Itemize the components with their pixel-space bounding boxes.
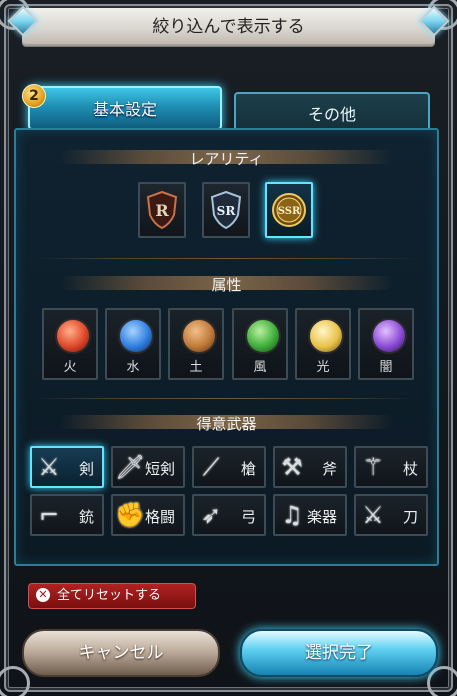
axe-icon: ⚒	[281, 453, 303, 481]
tab-other[interactable]: その他	[234, 92, 430, 132]
reset-all-button[interactable]: ✕ 全てリセットする	[28, 583, 196, 609]
wind-element-icon	[245, 318, 281, 354]
element-dark-button[interactable]: 闇	[358, 308, 414, 380]
weapon-label: 楽器	[306, 508, 337, 526]
weapon-label: 槍	[240, 460, 256, 478]
bow-icon: ➶	[200, 501, 222, 529]
rarity-ssr-icon: SSR	[272, 193, 306, 227]
weapon-label: 短剣	[144, 460, 175, 478]
weapon-bow-button[interactable]: ➶ 弓	[192, 494, 266, 536]
element-fire-button[interactable]: 火	[42, 308, 98, 380]
water-element-icon	[118, 318, 154, 354]
spear-icon: ⟋	[202, 453, 220, 481]
filter-panel: レアリティ R SR SSR 属性 火 水 土 風 光 闇 得意武器 ⚔ 剣 🗡…	[14, 128, 439, 566]
element-label: 風	[253, 360, 267, 375]
earth-element-icon	[181, 318, 217, 354]
sword-icon: ⚔	[38, 453, 60, 481]
frame-ornament	[0, 666, 30, 696]
weapon-axe-button[interactable]: ⚒ 斧	[273, 446, 347, 488]
tab-label: 基本設定	[92, 100, 157, 119]
weapon-label: 杖	[402, 460, 418, 478]
tab-basic-settings[interactable]: 基本設定	[28, 86, 222, 130]
weapon-staff-button[interactable]: ⚚ 杖	[354, 446, 428, 488]
cancel-label: キャンセル	[78, 643, 164, 663]
weapon-dagger-button[interactable]: 🗡 短剣	[111, 446, 185, 488]
dagger-icon: 🗡	[115, 453, 146, 481]
svg-text:R: R	[155, 201, 169, 220]
rarity-sr-button[interactable]: SR	[202, 182, 250, 238]
weapon-label: 格闘	[144, 508, 175, 526]
element-label: 光	[316, 360, 330, 375]
element-label: 闇	[379, 360, 393, 375]
katana-icon: ⚔	[362, 501, 384, 529]
gun-icon: ⌐	[38, 501, 60, 529]
weapon-fist-button[interactable]: ✊ 格闘	[111, 494, 185, 536]
rarity-sr-icon: SR	[210, 191, 242, 229]
weapon-label: 剣	[78, 460, 94, 478]
confirm-selection-button[interactable]: 選択完了	[240, 629, 438, 677]
weapon-heading: 得意武器	[196, 415, 257, 433]
element-label: 火	[63, 360, 77, 375]
dark-element-icon	[371, 318, 407, 354]
cancel-button[interactable]: キャンセル	[22, 629, 220, 677]
harp-icon: ♫	[281, 501, 303, 529]
element-label: 水	[126, 360, 140, 375]
weapon-label: 弓	[240, 508, 256, 526]
confirm-label: 選択完了	[305, 643, 373, 663]
rarity-r-button[interactable]: R	[138, 182, 186, 238]
filter-dialog: 絞り込んで表示する 2 基本設定 その他 レアリティ R SR SSR 属性 火…	[0, 0, 457, 696]
weapon-label: 銃	[78, 508, 94, 526]
dialog-title: 絞り込んで表示する	[152, 17, 305, 37]
title-bar: 絞り込んで表示する	[22, 8, 435, 46]
weapon-label: 刀	[402, 508, 418, 526]
rarity-r-icon: R	[146, 191, 178, 229]
weapon-sword-button[interactable]: ⚔ 剣	[30, 446, 104, 488]
element-water-button[interactable]: 水	[105, 308, 161, 380]
svg-text:SSR: SSR	[278, 206, 301, 217]
section-divider	[36, 398, 417, 399]
tab-badge: 2	[22, 84, 46, 108]
light-element-icon	[308, 318, 344, 354]
rarity-ssr-button[interactable]: SSR	[265, 182, 313, 238]
svg-text:SR: SR	[217, 204, 237, 218]
weapon-spear-button[interactable]: ⟋ 槍	[192, 446, 266, 488]
fist-icon: ✊	[115, 501, 145, 529]
weapon-gun-button[interactable]: ⌐ 銃	[30, 494, 104, 536]
weapon-harp-button[interactable]: ♫ 楽器	[273, 494, 347, 536]
rarity-heading: レアリティ	[189, 150, 264, 168]
staff-icon: ⚚	[362, 453, 384, 481]
element-earth-button[interactable]: 土	[168, 308, 224, 380]
reset-label: 全てリセットする	[57, 588, 162, 603]
tab-label: その他	[307, 105, 356, 124]
section-divider	[36, 258, 417, 259]
element-wind-button[interactable]: 風	[232, 308, 288, 380]
weapon-katana-button[interactable]: ⚔ 刀	[354, 494, 428, 536]
element-label: 土	[189, 360, 203, 375]
weapon-label: 斧	[321, 460, 337, 478]
close-circle-icon: ✕	[36, 588, 50, 602]
element-light-button[interactable]: 光	[295, 308, 351, 380]
fire-element-icon	[55, 318, 91, 354]
element-heading: 属性	[211, 276, 242, 294]
